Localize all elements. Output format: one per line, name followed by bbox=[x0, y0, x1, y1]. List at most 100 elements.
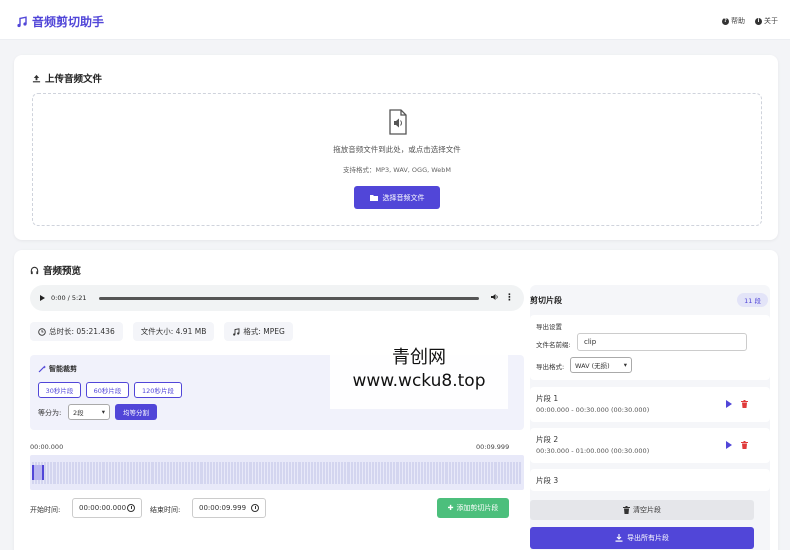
waveform-bar bbox=[111, 461, 114, 484]
clips-title: 剪切片段 bbox=[530, 296, 562, 305]
waveform-bar bbox=[350, 461, 353, 484]
waveform-bar bbox=[411, 461, 414, 484]
clip-item[interactable]: 片段 2 00:30.000 - 01:00.000 (00:30.000) bbox=[530, 428, 770, 463]
waveform-bar bbox=[84, 461, 87, 484]
export-format-label: 导出格式: bbox=[536, 363, 565, 371]
export-format-value: WAV (无损) bbox=[575, 362, 610, 370]
music-note-icon bbox=[17, 15, 27, 27]
choose-file-label: 选择音频文件 bbox=[382, 193, 425, 202]
app-brand[interactable]: 音频剪切助手 bbox=[16, 13, 104, 30]
waveform-bar bbox=[81, 461, 84, 484]
start-time-input[interactable]: 00:00:00.000 bbox=[72, 498, 142, 518]
even-split-button[interactable]: 均等分割 bbox=[115, 404, 157, 420]
clips-panel: 剪切片段 11 段 导出设置 文件名前缀: clip 导出格式: WAV (无损… bbox=[530, 285, 770, 550]
waveform-bar bbox=[362, 461, 365, 484]
waveform-bar bbox=[476, 461, 479, 484]
segment-30s-button[interactable]: 30秒片段 bbox=[38, 382, 81, 398]
waveform-bar bbox=[503, 461, 506, 484]
waveform-bar bbox=[506, 461, 509, 484]
clip-item[interactable]: 片段 3 bbox=[530, 469, 770, 491]
trash-icon[interactable] bbox=[741, 441, 748, 449]
waveform-bar bbox=[347, 461, 350, 484]
waveform-bar bbox=[120, 461, 123, 484]
waveform-bar bbox=[53, 461, 56, 484]
format-info: 格式: MPEG bbox=[224, 322, 293, 341]
waveform-bar bbox=[56, 461, 59, 484]
waveform-bar bbox=[454, 461, 457, 484]
trash-icon[interactable] bbox=[741, 400, 748, 408]
waveform-bar bbox=[139, 461, 142, 484]
clock-icon bbox=[251, 504, 259, 512]
waveform-bar bbox=[188, 461, 191, 484]
waveform-bar bbox=[160, 461, 163, 484]
waveform-bar bbox=[182, 461, 185, 484]
supported-formats: 支持格式：MP3, WAV, OGG, WebM bbox=[342, 166, 452, 174]
question-circle-icon: ? bbox=[722, 17, 729, 25]
waveform-bar bbox=[194, 461, 197, 484]
more-options-icon[interactable]: ⋮ bbox=[505, 294, 514, 303]
filename-prefix-input[interactable]: clip bbox=[577, 333, 747, 351]
waveform-bar bbox=[497, 461, 500, 484]
waveform-bar bbox=[396, 461, 399, 484]
download-icon bbox=[615, 534, 623, 542]
waveform-bar bbox=[378, 461, 381, 484]
end-time-input[interactable]: 00:00:09.999 bbox=[192, 498, 266, 518]
waveform-bar bbox=[442, 461, 445, 484]
waveform-bar bbox=[298, 461, 301, 484]
waveform-bar bbox=[108, 461, 111, 484]
add-clip-button[interactable]: ✚ 添加剪切片段 bbox=[437, 498, 509, 518]
player-progress-bar[interactable] bbox=[98, 296, 479, 300]
waveform-bar bbox=[47, 461, 50, 484]
export-all-button[interactable]: 导出所有片段 bbox=[530, 527, 754, 549]
selection-handle[interactable] bbox=[32, 465, 44, 480]
volume-icon[interactable] bbox=[491, 293, 499, 303]
waveform-bar bbox=[402, 461, 405, 484]
clear-clips-button[interactable]: 清空片段 bbox=[530, 500, 754, 520]
drop-zone[interactable]: 拖放音频文件到此处，或点击选择文件 支持格式：MP3, WAV, OGG, We… bbox=[32, 93, 762, 226]
waveform[interactable] bbox=[30, 455, 524, 490]
waveform-bar bbox=[273, 461, 276, 484]
waveform-bar bbox=[154, 461, 157, 484]
waveform-bar bbox=[157, 461, 160, 484]
waveform-bar bbox=[166, 461, 169, 484]
waveform-bars bbox=[30, 455, 524, 490]
help-label: 帮助 bbox=[731, 17, 745, 25]
waveform-bar bbox=[74, 461, 77, 484]
clip-name: 片段 2 bbox=[536, 435, 559, 444]
end-time-value: 00:00:09.999 bbox=[199, 504, 247, 512]
wave-start-time: 00:00.000 bbox=[30, 443, 64, 451]
waveform-bar bbox=[191, 461, 194, 484]
segment-120s-button[interactable]: 120秒片段 bbox=[134, 382, 182, 398]
waveform-bar bbox=[322, 461, 325, 484]
waveform-bar bbox=[292, 461, 295, 484]
divide-count-select[interactable]: 2段 ▾ bbox=[68, 404, 110, 420]
play-icon[interactable] bbox=[40, 295, 45, 301]
waveform-bar bbox=[408, 461, 411, 484]
waveform-bar bbox=[246, 461, 249, 484]
segment-60s-button[interactable]: 60秒片段 bbox=[86, 382, 129, 398]
waveform-bar bbox=[466, 461, 469, 484]
about-link[interactable]: i 关于 bbox=[755, 16, 778, 26]
smart-cut-title: 智能裁剪 bbox=[38, 364, 77, 374]
file-info-row: 总时长: 05:21.436 文件大小: 4.91 MB 格式: MPEG bbox=[30, 322, 293, 341]
waveform-bar bbox=[145, 461, 148, 484]
upload-card: 上传音频文件 拖放音频文件到此处，或点击选择文件 支持格式：MP3, WAV, … bbox=[14, 55, 778, 240]
waveform-bar bbox=[93, 461, 96, 484]
waveform-bar bbox=[356, 461, 359, 484]
magic-wand-icon bbox=[38, 365, 46, 373]
folder-open-icon bbox=[369, 194, 378, 201]
clip-item[interactable]: 片段 1 00:00.000 - 00:30.000 (00:30.000) bbox=[530, 387, 770, 422]
waveform-bar bbox=[457, 461, 460, 484]
help-link[interactable]: ? 帮助 bbox=[722, 16, 745, 26]
waveform-bar bbox=[319, 461, 322, 484]
choose-file-button[interactable]: 选择音频文件 bbox=[354, 186, 440, 209]
filesize-info: 文件大小: 4.91 MB bbox=[132, 322, 215, 341]
preview-title-text: 音频预览 bbox=[43, 266, 82, 277]
play-clip-icon[interactable] bbox=[726, 441, 732, 449]
export-format-select[interactable]: WAV (无损) ▾ bbox=[570, 357, 632, 373]
waveform-bar bbox=[151, 461, 154, 484]
waveform-bar bbox=[368, 461, 371, 484]
play-clip-icon[interactable] bbox=[726, 400, 732, 408]
waveform-bar bbox=[90, 461, 93, 484]
waveform-bar bbox=[267, 461, 270, 484]
